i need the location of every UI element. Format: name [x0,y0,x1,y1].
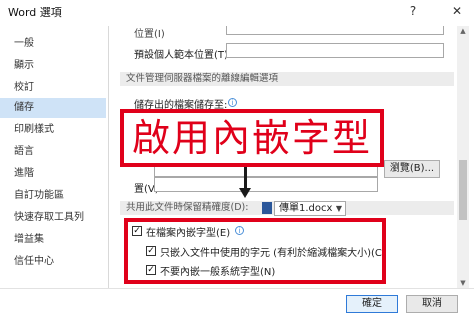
sidebar-item-proofing[interactable]: 校訂 [0,78,106,98]
sidebar-item-trust-center[interactable]: 信任中心 [0,252,106,272]
annotation-arrow-shaft [244,167,247,189]
down-arrow-annotation [239,188,251,198]
annotation-highlight-box [124,218,386,284]
partial-location-label: 位置(I) [134,29,165,40]
location-input-top[interactable] [226,26,444,35]
annotation-callout: 啟用內嵌字型 [120,109,384,167]
sidebar-item-save[interactable]: 儲存 [0,98,106,118]
browse-button[interactable]: 瀏覽(B)... [384,160,440,178]
scroll-up-icon[interactable]: ▲ [457,26,469,36]
default-template-label: 預設個人範本位置(T): [134,50,232,61]
section-offline-editing: 文件管理伺服器檔案的離線編輯選項 [120,72,454,86]
cancel-button[interactable]: 取消 [406,295,458,313]
sidebar-item-advanced[interactable]: 進階 [0,164,106,184]
sidebar-item-language[interactable]: 語言 [0,142,106,162]
scroll-down-icon[interactable]: ▼ [457,278,469,288]
information-icon: i [228,98,237,107]
sidebar-item-quick-access-toolbar[interactable]: 快速存取工具列 [0,208,106,228]
window-title: Word 選項 [8,6,62,19]
close-icon: ✕ [451,4,463,18]
ok-button[interactable]: 確定 [346,295,398,313]
sidebar-item-typography[interactable]: 印刷樣式 [0,120,106,140]
preserve-fidelity-label: 共用此文件時保留精確度(D): [126,202,249,213]
help-button[interactable]: ? [402,2,424,20]
title-bar: Word 選項 ? ✕ [0,0,474,22]
sidebar-item-display[interactable]: 顯示 [0,56,106,76]
sidebar-item-add-ins[interactable]: 增益集 [0,230,106,250]
document-select[interactable]: 傳單1.docx ▼ [274,201,346,216]
chevron-down-icon: ▼ [335,204,342,213]
sidebar: 一般 顯示 校訂 儲存 印刷樣式 語言 進階 自訂功能區 快速存取工具列 增益集… [0,30,106,270]
word-document-icon [262,202,272,214]
location-input[interactable] [154,177,378,192]
default-template-input[interactable] [226,43,444,58]
document-select-value: 傳單1.docx [279,203,333,214]
sidebar-divider [108,26,109,288]
scrollbar-thumb[interactable] [459,160,467,220]
vertical-scrollbar[interactable] [457,26,469,288]
sidebar-item-general[interactable]: 一般 [0,34,106,54]
close-button[interactable]: ✕ [446,2,468,20]
dialog-footer: 確定 取消 [0,288,474,322]
sidebar-item-customize-ribbon[interactable]: 自訂功能區 [0,186,106,206]
